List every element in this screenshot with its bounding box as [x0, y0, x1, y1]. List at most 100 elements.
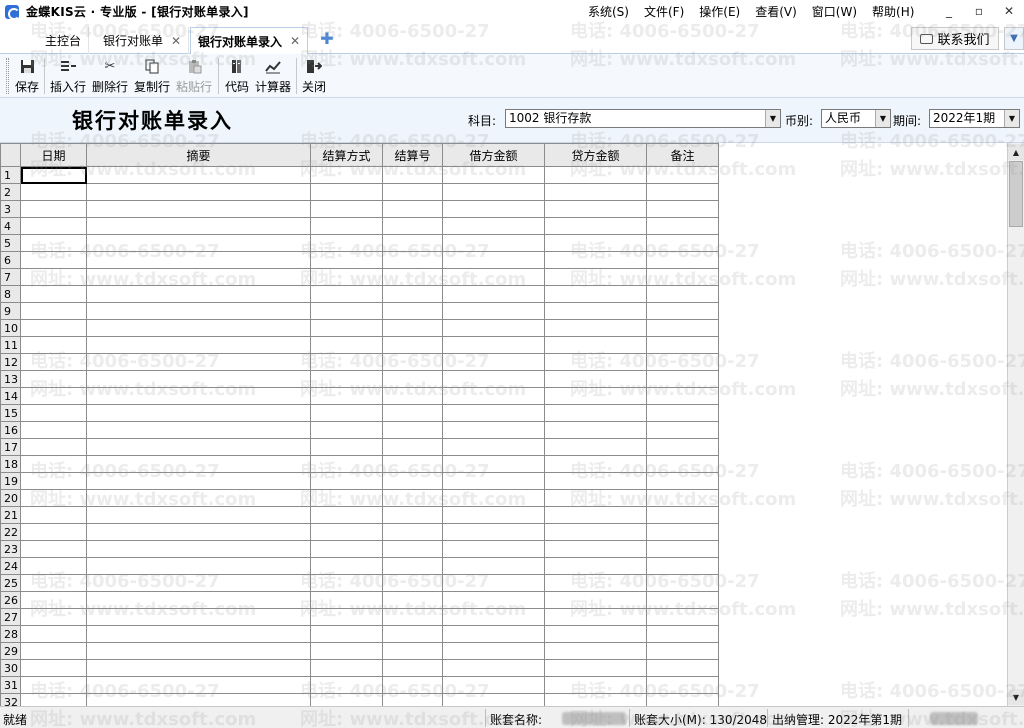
- grid-cell[interactable]: [646, 336, 719, 354]
- grid-cell[interactable]: [544, 693, 647, 706]
- grid-cell[interactable]: [646, 166, 719, 184]
- grid-cell[interactable]: [544, 302, 647, 320]
- grid-cell[interactable]: [310, 472, 383, 490]
- menu-window[interactable]: 窗口(W): [812, 3, 857, 20]
- grid-cell[interactable]: [646, 353, 719, 371]
- grid-cell[interactable]: [20, 625, 87, 643]
- grid-cell[interactable]: [442, 285, 545, 303]
- grid-cell[interactable]: [20, 489, 87, 507]
- grid-cell[interactable]: [382, 217, 443, 235]
- grid-cell[interactable]: [442, 404, 545, 422]
- grid-cell[interactable]: [310, 387, 383, 405]
- scroll-up-icon[interactable]: ▲: [1008, 144, 1024, 160]
- grid-cell[interactable]: [20, 387, 87, 405]
- row-number[interactable]: 22: [0, 523, 21, 541]
- code-button[interactable]: 代码: [225, 56, 249, 96]
- row-number[interactable]: 32: [0, 693, 21, 706]
- chevron-down-icon[interactable]: ▼: [875, 110, 890, 127]
- grid-cell[interactable]: [382, 540, 443, 558]
- grid-cell[interactable]: [646, 489, 719, 507]
- save-button[interactable]: 保存: [15, 56, 39, 96]
- grid-cell[interactable]: [646, 455, 719, 473]
- col-settlement-method[interactable]: 结算方式: [310, 143, 383, 167]
- grid-cell[interactable]: [544, 353, 647, 371]
- grid-cell[interactable]: [86, 472, 311, 490]
- grid-cell[interactable]: [646, 268, 719, 286]
- grid-cell[interactable]: [86, 353, 311, 371]
- row-number[interactable]: 8: [0, 285, 21, 303]
- scroll-thumb[interactable]: [1009, 161, 1023, 227]
- grid-cell[interactable]: [646, 642, 719, 660]
- row-number[interactable]: 30: [0, 659, 21, 677]
- grid-cell[interactable]: [382, 693, 443, 706]
- grid-cell[interactable]: [544, 625, 647, 643]
- grid-cell[interactable]: [20, 200, 87, 218]
- grid-cell[interactable]: [382, 608, 443, 626]
- grid-cell[interactable]: [86, 574, 311, 592]
- grid-cell[interactable]: [86, 608, 311, 626]
- grid-cell[interactable]: [442, 268, 545, 286]
- grid-cell[interactable]: [20, 472, 87, 490]
- subject-select[interactable]: 1002 银行存款 ▼: [505, 109, 781, 128]
- grid-cell[interactable]: [310, 166, 383, 184]
- grid-cell[interactable]: [310, 557, 383, 575]
- grid-cell[interactable]: [86, 642, 311, 660]
- grid-cell[interactable]: [86, 455, 311, 473]
- grid-cell[interactable]: [544, 183, 647, 201]
- grid-cell[interactable]: [442, 319, 545, 337]
- col-summary[interactable]: 摘要: [86, 143, 311, 167]
- row-number[interactable]: 6: [0, 251, 21, 269]
- grid-cell[interactable]: [442, 217, 545, 235]
- grid-cell[interactable]: [382, 370, 443, 388]
- close-icon[interactable]: ✕: [171, 34, 181, 48]
- grid-cell[interactable]: [646, 217, 719, 235]
- grid-cell[interactable]: [310, 642, 383, 660]
- col-date[interactable]: 日期: [20, 143, 87, 167]
- grid-cell[interactable]: [310, 319, 383, 337]
- grid-cell[interactable]: [544, 421, 647, 439]
- grid-cell[interactable]: [544, 336, 647, 354]
- grid-cell[interactable]: [646, 370, 719, 388]
- grid-cell[interactable]: [310, 438, 383, 456]
- grid-cell[interactable]: [382, 353, 443, 371]
- row-number[interactable]: 7: [0, 268, 21, 286]
- grid-cell[interactable]: [86, 421, 311, 439]
- grid-cell[interactable]: [20, 574, 87, 592]
- grid-cell[interactable]: [442, 642, 545, 660]
- grid-cell[interactable]: [544, 489, 647, 507]
- grid-cell[interactable]: [20, 166, 87, 184]
- delete-row-button[interactable]: ✂ 删除行: [92, 56, 128, 96]
- grid-cell[interactable]: [544, 455, 647, 473]
- chevron-down-icon[interactable]: ▼: [1004, 27, 1024, 50]
- grid-cell[interactable]: [382, 642, 443, 660]
- row-number[interactable]: 21: [0, 506, 21, 524]
- grid-cell[interactable]: [86, 166, 311, 184]
- tab-bank-statement-entry[interactable]: 银行对账单录入 ✕: [190, 27, 309, 55]
- grid-cell[interactable]: [20, 421, 87, 439]
- grid-cell[interactable]: [442, 489, 545, 507]
- menu-file[interactable]: 文件(F): [644, 3, 684, 20]
- grid-cell[interactable]: [86, 268, 311, 286]
- close-window-icon[interactable]: ✕: [994, 0, 1024, 22]
- grid-cell[interactable]: [86, 285, 311, 303]
- grid-cell[interactable]: [20, 676, 87, 694]
- grid-cell[interactable]: [310, 506, 383, 524]
- row-number[interactable]: 19: [0, 472, 21, 490]
- grid-cell[interactable]: [310, 302, 383, 320]
- grid-cell[interactable]: [544, 659, 647, 677]
- menu-view[interactable]: 查看(V): [755, 3, 797, 20]
- grid-cell[interactable]: [382, 506, 443, 524]
- grid-cell[interactable]: [382, 625, 443, 643]
- grid-cell[interactable]: [544, 506, 647, 524]
- grid-cell[interactable]: [382, 268, 443, 286]
- grid-cell[interactable]: [442, 591, 545, 609]
- grid-cell[interactable]: [646, 540, 719, 558]
- menu-help[interactable]: 帮助(H): [872, 3, 914, 20]
- grid-cell[interactable]: [382, 591, 443, 609]
- grid-cell[interactable]: [442, 370, 545, 388]
- grid-cell[interactable]: [20, 506, 87, 524]
- tab-bank-statement[interactable]: 银行对账单 ✕: [96, 27, 190, 54]
- grid-cell[interactable]: [442, 659, 545, 677]
- grid-cell[interactable]: [442, 200, 545, 218]
- grid-cell[interactable]: [86, 676, 311, 694]
